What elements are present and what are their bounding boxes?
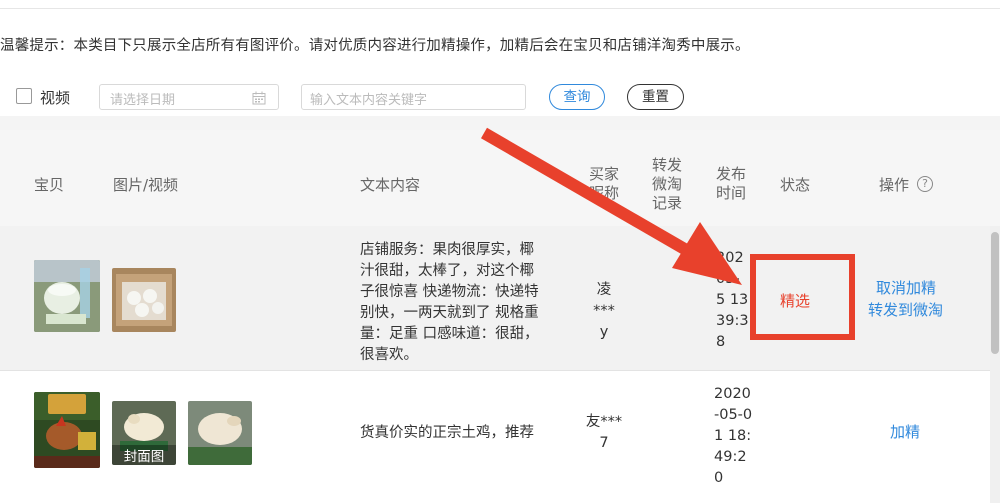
annotation-arrow (480, 127, 742, 285)
